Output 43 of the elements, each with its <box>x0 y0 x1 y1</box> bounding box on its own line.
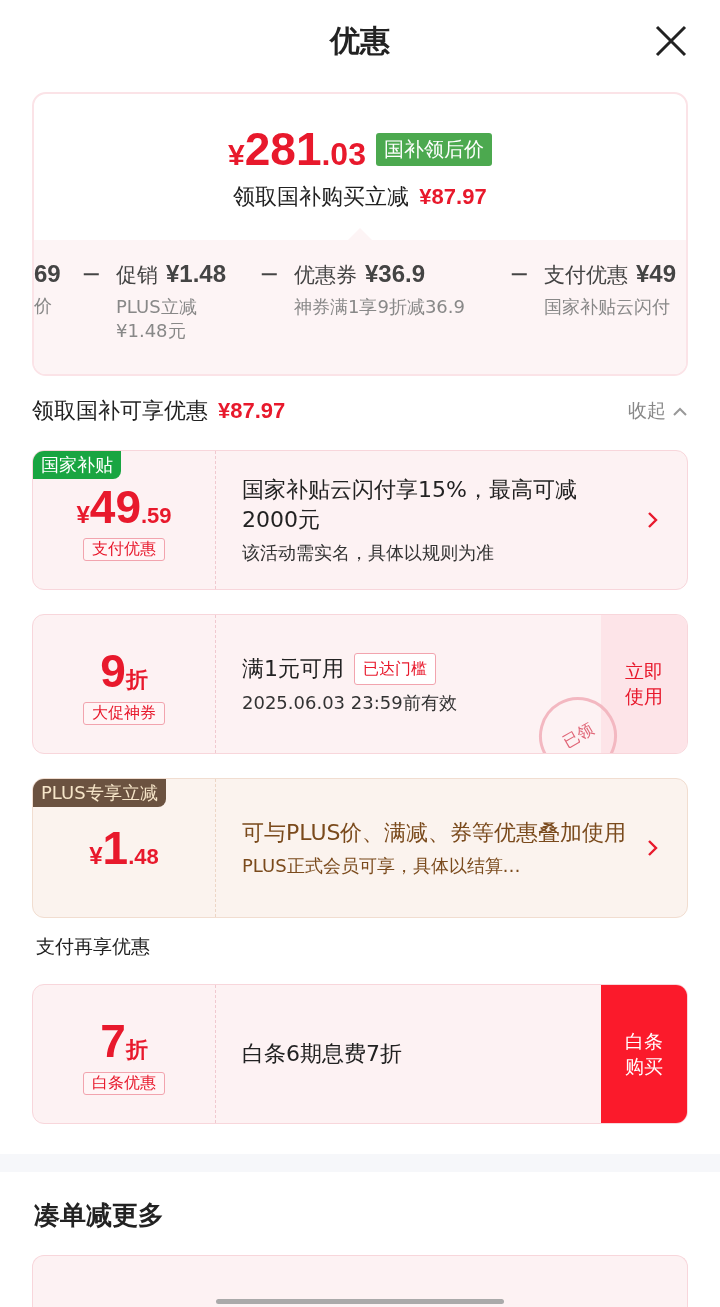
coupon-value: 7折 <box>100 1013 148 1068</box>
section-title: 领取国补可享优惠 <box>32 397 208 425</box>
breakdown-label: 优惠券 <box>294 262 357 289</box>
sheet-title: 优惠 <box>330 21 390 60</box>
coupon-label: 支付优惠 <box>83 537 165 561</box>
breakdown-amount: ¥49 <box>636 260 677 288</box>
section-amount: ¥87.97 <box>218 398 286 424</box>
coupon-title: 满1元可用 <box>242 655 344 683</box>
coupon-subtitle: PLUS正式会员可享，具体以结算… <box>242 854 522 878</box>
coupon-value: 9折 <box>100 643 148 698</box>
coupon-value: ¥1.48 <box>89 821 159 875</box>
breakdown-amount: 69 <box>34 260 61 288</box>
savings-amount: ¥87.97 <box>419 184 487 210</box>
condition-label: 已达门槛 <box>354 653 436 685</box>
final-price: ¥281.03 <box>228 122 366 176</box>
minus-sign: − <box>507 260 531 290</box>
use-button[interactable]: 立即使用 <box>601 615 687 753</box>
coupon-subtitle: 2025.06.03 23:59前有效 <box>242 691 458 715</box>
breakdown-note: 价 <box>34 294 53 318</box>
breakdown-note: 国家补贴云闪付 <box>544 295 671 319</box>
breakdown-amount: ¥36.9 <box>365 260 426 288</box>
buy-button[interactable]: 白条购买 <box>601 985 687 1123</box>
coupon-title: 白条6期息费7折 <box>242 1040 402 1068</box>
minus-sign: − <box>79 260 103 290</box>
coupon-subtitle: 该活动需实名，具体以规则为准 <box>242 541 495 565</box>
coupon-label: 大促神券 <box>83 701 165 725</box>
breakdown-label: 促销 <box>116 262 158 289</box>
breakdown-note: 神券满1享9折减36.9 <box>294 295 466 319</box>
savings-text: 领取国补购买立减 <box>233 183 410 211</box>
coupon-value: ¥49.59 <box>76 479 172 534</box>
coupon-title: 可与PLUS价、满减、券等优惠叠加使用 <box>242 819 627 847</box>
section-title: 支付再享优惠 <box>36 934 151 959</box>
price-tag: 国补领后价 <box>375 132 492 166</box>
coupon-tag: PLUS专享立减 <box>33 779 166 807</box>
breakdown-note: PLUS立减¥1.48元 <box>116 295 198 343</box>
collapse-button[interactable]: 收起 <box>628 398 688 424</box>
section-title: 凑单减更多 <box>34 1199 165 1232</box>
minus-sign: − <box>257 260 281 290</box>
breakdown-amount: ¥1.48 <box>166 260 227 288</box>
coupon-label: 白条优惠 <box>83 1071 165 1095</box>
coupon-title: 国家补贴云闪付享15%，最高可减2000元 <box>242 476 578 534</box>
coupon-tag: 国家补贴 <box>33 451 121 479</box>
breakdown-label: 支付优惠 <box>544 262 628 289</box>
